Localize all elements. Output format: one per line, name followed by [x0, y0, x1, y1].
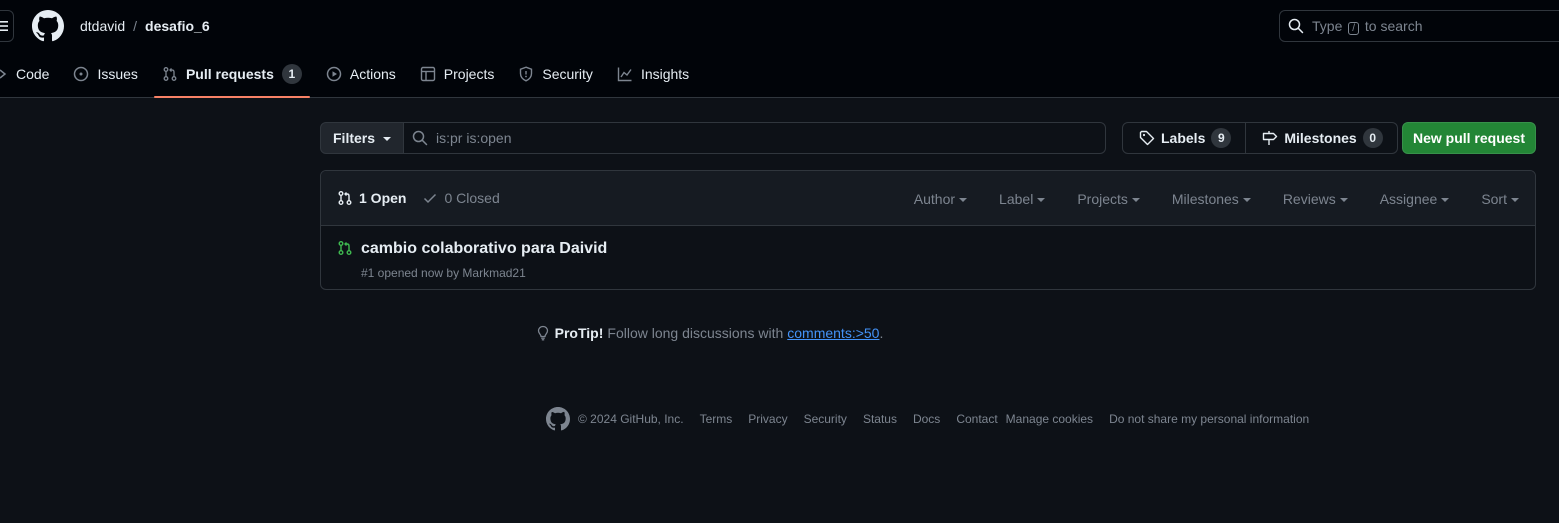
repo-link[interactable]: desafio_6	[145, 18, 210, 34]
hamburger-menu-button[interactable]	[0, 10, 14, 42]
pr-search-input[interactable]: is:pr is:open	[404, 122, 1106, 154]
assignee-filter-menu[interactable]: Assignee	[1380, 191, 1450, 207]
labels-count-badge: 9	[1211, 128, 1232, 148]
search-query-text: is:pr is:open	[436, 130, 512, 146]
pull-request-title-link[interactable]: cambio colaborativo para Daivid	[361, 240, 607, 258]
check-icon	[424, 193, 437, 204]
table-icon	[420, 66, 435, 81]
milestone-icon	[1263, 131, 1278, 145]
list-filter-menus: Author Label Projects Milestones Reviews…	[914, 171, 1519, 226]
tab-code[interactable]: Code	[0, 58, 57, 98]
triangle-down-icon	[1131, 197, 1140, 202]
footer-link-docs[interactable]: Docs	[913, 412, 940, 426]
footer-link-manage-cookies[interactable]: Manage cookies	[1006, 412, 1093, 426]
breadcrumb: dtdavid / desafio_6	[80, 16, 210, 36]
footer-link-security[interactable]: Security	[804, 412, 847, 426]
open-filter-link[interactable]: 1 Open	[337, 190, 406, 206]
labels-milestones-group: Labels 9 Milestones 0	[1122, 122, 1398, 154]
triangle-down-icon	[1511, 197, 1519, 202]
graph-icon	[617, 67, 632, 81]
protip-label: ProTip!	[554, 325, 604, 341]
pull-request-list: 1 Open 0 Closed Author Label Projects Mi…	[320, 170, 1536, 290]
search-shortcut-key: /	[1348, 21, 1360, 35]
github-logo-icon[interactable]	[32, 10, 64, 42]
breadcrumb-separator: /	[133, 18, 138, 34]
triangle-down-icon	[1037, 197, 1046, 202]
milestones-count-badge: 0	[1362, 128, 1383, 148]
play-icon	[326, 66, 342, 81]
projects-filter-menu[interactable]: Projects	[1077, 191, 1140, 207]
code-icon	[0, 68, 7, 79]
footer-link-do-not-share[interactable]: Do not share my personal information	[1109, 412, 1309, 426]
owner-link[interactable]: dtdavid	[80, 18, 125, 34]
pull-request-meta: #1 opened now by Markmad21	[361, 266, 526, 280]
github-logo-icon[interactable]	[546, 407, 570, 431]
triangle-down-icon	[383, 137, 392, 141]
site-footer: © 2024 GitHub, Inc. Terms Privacy Securi…	[546, 407, 1325, 431]
triangle-down-icon	[1242, 197, 1251, 202]
footer-copyright: © 2024 GitHub, Inc.	[578, 412, 684, 426]
search-icon	[412, 130, 428, 146]
search-placeholder: Type / to search	[1312, 17, 1423, 35]
git-pull-request-icon	[338, 191, 352, 205]
triangle-down-icon	[959, 197, 968, 202]
search-icon	[1288, 18, 1304, 34]
closed-filter-link[interactable]: 0 Closed	[422, 190, 500, 206]
pull-requests-count-badge: 1	[281, 63, 302, 84]
footer-link-contact[interactable]: Contact	[956, 412, 997, 426]
global-search-input[interactable]: Type / to search	[1279, 10, 1559, 42]
light-bulb-icon	[537, 325, 548, 341]
new-pull-request-button[interactable]: New pull request	[1402, 122, 1536, 154]
tab-actions[interactable]: Actions	[318, 58, 404, 98]
tab-issues[interactable]: Issues	[65, 58, 145, 98]
three-bars-icon	[0, 21, 8, 31]
git-pull-request-icon	[337, 240, 353, 256]
sort-menu[interactable]: Sort	[1481, 191, 1519, 207]
protip-text: Follow long discussions with	[607, 325, 784, 341]
label-filter-menu[interactable]: Label	[999, 191, 1046, 207]
shield-icon	[520, 65, 533, 82]
tab-projects[interactable]: Projects	[412, 58, 503, 98]
list-item: cambio colaborativo para Daivid #1 opene…	[321, 226, 1535, 289]
tab-pull-requests[interactable]: Pull requests 1	[153, 58, 310, 98]
author-filter-menu[interactable]: Author	[914, 191, 968, 207]
tab-security[interactable]: Security	[510, 58, 601, 98]
footer-link-privacy[interactable]: Privacy	[748, 412, 787, 426]
git-pull-request-icon	[163, 66, 177, 81]
list-header: 1 Open 0 Closed Author Label Projects Mi…	[321, 171, 1535, 226]
protip-link[interactable]: comments:>50	[787, 325, 879, 341]
footer-link-terms[interactable]: Terms	[700, 412, 733, 426]
app-header: dtdavid / desafio_6 Type / to search Cod…	[0, 0, 1559, 98]
labels-button[interactable]: Labels 9	[1122, 122, 1247, 154]
triangle-down-icon	[1339, 197, 1348, 202]
reviews-filter-menu[interactable]: Reviews	[1283, 191, 1348, 207]
protip: ProTip! Follow long discussions with com…	[0, 323, 1418, 343]
milestones-filter-menu[interactable]: Milestones	[1172, 191, 1251, 207]
repo-tabs: Code Issues Pull requests 1 Actions Proj…	[0, 58, 705, 98]
tag-icon	[1139, 130, 1155, 146]
filters-bar: Filters is:pr is:open	[320, 122, 1106, 154]
issue-opened-icon	[74, 66, 89, 81]
filters-dropdown-button[interactable]: Filters	[320, 122, 405, 154]
milestones-button[interactable]: Milestones 0	[1246, 122, 1398, 154]
footer-link-status[interactable]: Status	[863, 412, 897, 426]
tab-insights[interactable]: Insights	[609, 58, 697, 98]
triangle-down-icon	[1441, 197, 1450, 202]
